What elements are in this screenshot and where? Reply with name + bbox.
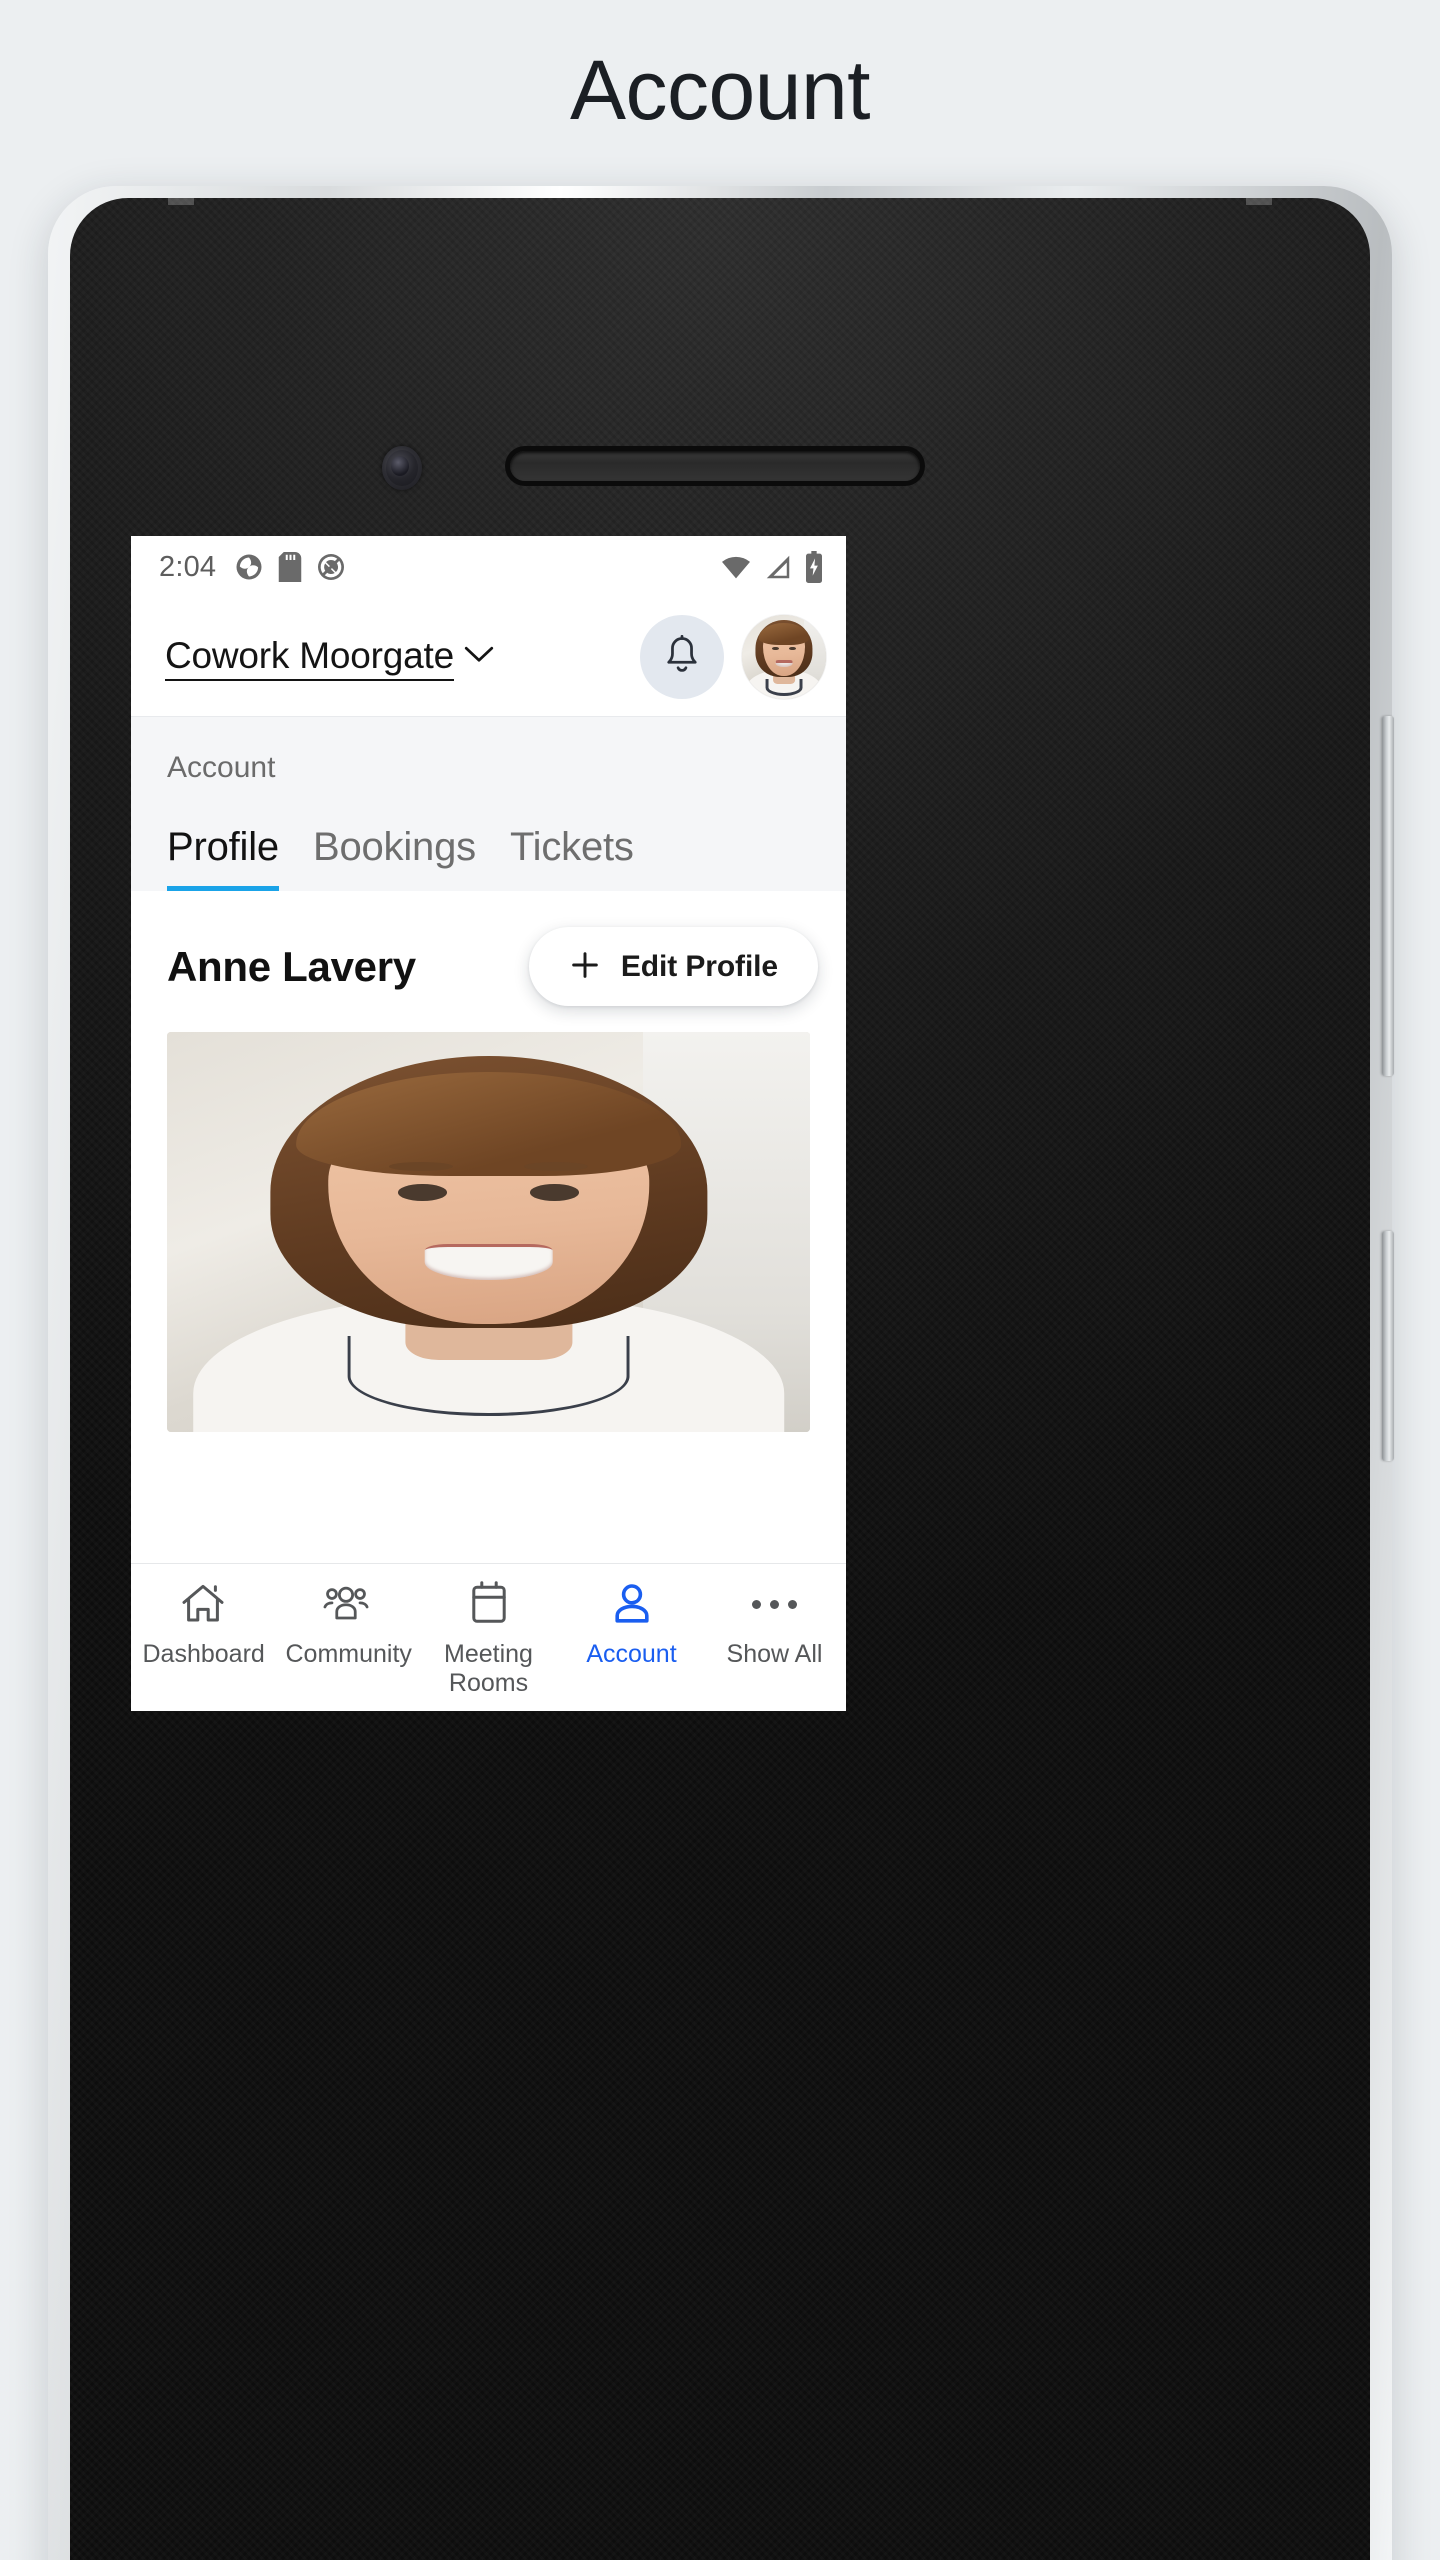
profile-panel: Anne Lavery Edit Profile bbox=[131, 891, 846, 1432]
section-label: Account bbox=[167, 751, 276, 784]
people-icon bbox=[322, 1580, 370, 1628]
nav-item-community[interactable]: Community bbox=[274, 1580, 417, 1669]
app-header: Cowork Moorgate bbox=[131, 598, 846, 716]
nav-label-meeting-rooms: Meeting Rooms bbox=[444, 1640, 533, 1697]
edit-profile-label: Edit Profile bbox=[620, 949, 778, 983]
edit-profile-button[interactable]: Edit Profile bbox=[528, 927, 818, 1006]
notifications-button[interactable] bbox=[640, 615, 724, 699]
status-time: 2:04 bbox=[159, 550, 217, 583]
nav-label-show-all: Show All bbox=[726, 1640, 823, 1668]
app-screen: 2:04 Cowork Moorgate Account Profile Boo… bbox=[131, 536, 846, 1711]
bell-icon bbox=[662, 634, 702, 680]
venue-selector[interactable]: Cowork Moorgate bbox=[165, 633, 494, 681]
app-sync-icon bbox=[236, 554, 262, 580]
home-icon bbox=[179, 1580, 227, 1628]
bezel-highlight-right bbox=[1246, 198, 1272, 205]
profile-photo[interactable] bbox=[167, 1032, 810, 1432]
bottom-navigation: Dashboard Community Meeting Rooms Accoun… bbox=[131, 1563, 846, 1711]
sd-card-icon bbox=[279, 552, 302, 582]
volume-rocker-button[interactable] bbox=[1382, 716, 1394, 1076]
tab-tickets-label: Tickets bbox=[509, 825, 634, 869]
chevron-down-icon bbox=[464, 646, 494, 669]
status-left-icons bbox=[234, 552, 346, 582]
bezel-highlight-left bbox=[168, 198, 194, 205]
wifi-icon bbox=[722, 556, 750, 579]
tab-tickets[interactable]: Tickets bbox=[510, 825, 634, 891]
header-actions bbox=[640, 615, 826, 699]
avatar[interactable] bbox=[742, 615, 826, 699]
ellipsis-icon bbox=[752, 1580, 797, 1628]
account-section: Account Profile Bookings Tickets bbox=[131, 716, 846, 891]
nav-label-community: Community bbox=[285, 1640, 412, 1668]
page-title: Account bbox=[569, 43, 871, 137]
earpiece-speaker bbox=[510, 451, 920, 481]
battery-charging-icon bbox=[806, 551, 822, 583]
tab-bookings[interactable]: Bookings bbox=[313, 825, 476, 891]
do-not-disturb-icon bbox=[318, 554, 345, 580]
avatar-portrait bbox=[742, 615, 826, 699]
nav-item-dashboard[interactable]: Dashboard bbox=[131, 1580, 274, 1669]
status-right-icons bbox=[720, 551, 824, 583]
tab-profile-label: Profile bbox=[167, 825, 279, 869]
profile-name: Anne Lavery bbox=[167, 942, 416, 990]
nav-item-meeting-rooms[interactable]: Meeting Rooms bbox=[417, 1580, 560, 1698]
venue-name: Cowork Moorgate bbox=[165, 633, 454, 681]
front-camera-icon bbox=[382, 446, 422, 490]
phone-device: 2:04 Cowork Moorgate Account Profile Boo… bbox=[48, 186, 1394, 2560]
person-icon bbox=[608, 1580, 656, 1628]
status-bar: 2:04 bbox=[131, 536, 846, 598]
plus-icon bbox=[569, 949, 601, 984]
profile-header-row: Anne Lavery Edit Profile bbox=[131, 891, 846, 1032]
nav-item-account[interactable]: Account bbox=[560, 1580, 703, 1669]
calendar-icon bbox=[465, 1580, 513, 1628]
tab-bar: Profile Bookings Tickets bbox=[131, 825, 846, 891]
cellular-signal-icon bbox=[766, 555, 790, 579]
tab-profile[interactable]: Profile bbox=[167, 825, 279, 891]
nav-label-dashboard: Dashboard bbox=[142, 1640, 265, 1668]
nav-label-account: Account bbox=[586, 1640, 677, 1668]
tab-bookings-label: Bookings bbox=[312, 825, 476, 869]
profile-portrait bbox=[167, 1032, 810, 1432]
nav-item-show-all[interactable]: Show All bbox=[703, 1580, 846, 1669]
power-button[interactable] bbox=[1382, 1231, 1394, 1461]
